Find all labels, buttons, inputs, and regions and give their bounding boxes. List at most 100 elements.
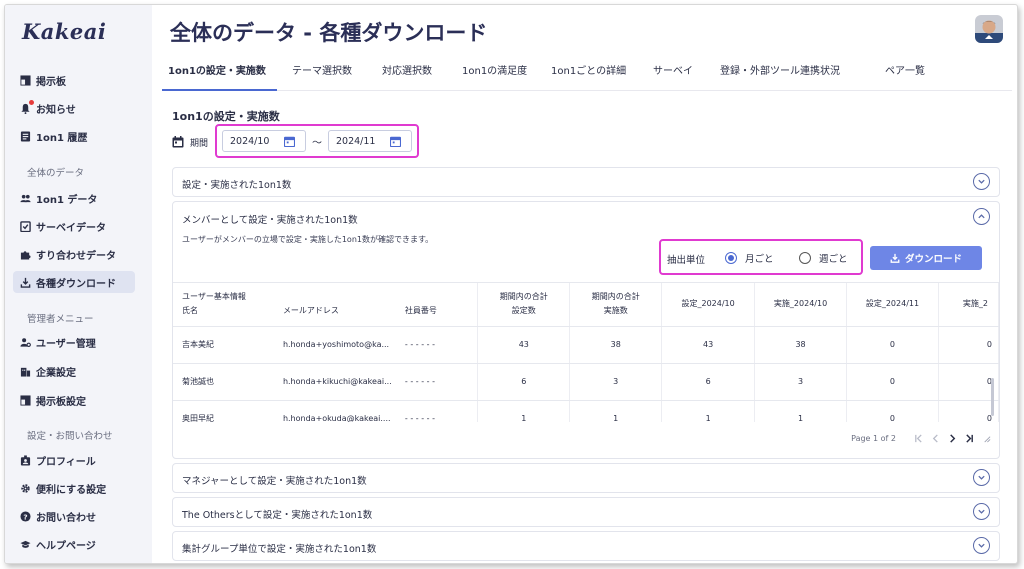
cell-setup-nov: 0: [846, 326, 939, 364]
last-page-icon[interactable]: [965, 434, 974, 443]
vertical-scrollbar[interactable]: [991, 378, 994, 416]
board-icon: [20, 74, 31, 86]
radio-unchecked-icon[interactable]: [799, 252, 811, 264]
chevron-down-icon[interactable]: [973, 537, 990, 554]
accordion-group[interactable]: 集計グループ単位で設定・実施された1on1数: [172, 531, 1000, 561]
sidebar-item-label: 1on1 データ: [36, 194, 98, 206]
tab-satisfaction[interactable]: 1on1の満足度: [456, 61, 533, 91]
sidebar-item-label: お問い合わせ: [36, 512, 96, 524]
pagination: Page 1 of 2: [851, 434, 991, 443]
svg-text:?: ?: [23, 512, 27, 521]
column-header-employee-no[interactable]: 社員番号: [395, 283, 479, 327]
sidebar-item-board-settings[interactable]: 掲示板設定: [13, 389, 135, 411]
company-icon: [20, 366, 31, 377]
first-page-icon[interactable]: [914, 434, 923, 443]
bell-icon: [20, 99, 34, 114]
date-to-value: 2024/11: [336, 135, 376, 147]
column-header-name[interactable]: ユーザー基本情報 氏名: [173, 283, 274, 327]
sidebar-item-notice[interactable]: お知らせ: [13, 97, 135, 119]
resize-handle-icon[interactable]: [982, 434, 991, 443]
sidebar-item-alignment-data[interactable]: すり合わせデータ: [13, 243, 135, 265]
tab-survey[interactable]: サーベイ: [647, 61, 699, 91]
accordion-description: ユーザーがメンバーの立場で設定・実施した1on1数が確認できます。: [182, 235, 434, 244]
chevron-down-icon[interactable]: [973, 469, 990, 486]
cell-employee-no: - - - - - -: [395, 326, 479, 364]
sidebar-item-label: 掲示板設定: [36, 396, 86, 408]
table-row: 吉本美紀 h.honda+yoshimoto@ka... - - - - - -…: [173, 326, 999, 364]
gear-icon: [20, 483, 31, 494]
sidebar-item-company-settings[interactable]: 企業設定: [13, 360, 135, 382]
cell-total-setup: 43: [477, 326, 571, 364]
prev-page-icon[interactable]: [931, 434, 940, 443]
chevron-up-icon[interactable]: [973, 208, 990, 225]
sidebar-item-downloads[interactable]: 各種ダウンロード: [13, 271, 135, 293]
sidebar-item-survey-data[interactable]: サーベイデータ: [13, 215, 135, 237]
chevron-down-icon[interactable]: [973, 503, 990, 520]
sidebar-item-help-page[interactable]: ヘルプページ: [13, 533, 135, 555]
tab-integration-status[interactable]: 登録・外部ツール連携状況: [714, 61, 846, 91]
accordion-title: 設定・実施された1on1数: [182, 180, 292, 191]
board-settings-icon: [20, 394, 31, 406]
sidebar-item-convenience-settings[interactable]: 便利にする設定: [13, 477, 135, 499]
cell-done-nov: 0: [938, 326, 999, 364]
cell-total-done: 3: [569, 363, 663, 401]
accordion-title: マネジャーとして設定・実施された1on1数: [182, 476, 367, 487]
column-header-total-done[interactable]: 期間内の合計実施数: [569, 283, 663, 327]
section-title: 1on1の設定・実施数: [172, 110, 280, 123]
calendar-icon: [172, 136, 184, 148]
tab-bar: 1on1の設定・実施数 テーマ選択数 対応選択数 1on1の満足度 1on1ごと…: [162, 61, 1012, 91]
column-header-email[interactable]: メールアドレス: [273, 283, 396, 327]
column-header-total-setup[interactable]: 期間内の合計設定数: [477, 283, 571, 327]
radio-checked-icon[interactable]: [725, 252, 737, 264]
cell-total-done: 38: [569, 326, 663, 364]
accordion-others[interactable]: The Othersとして設定・実施された1on1数: [172, 497, 1000, 527]
cell-done-oct: 1: [754, 400, 847, 422]
sidebar-item-board[interactable]: 掲示板: [13, 69, 135, 91]
date-to-input[interactable]: 2024/11: [328, 130, 412, 152]
sidebar-section-settings: 設定・お問い合わせ: [27, 431, 113, 442]
date-from-input[interactable]: 2024/10: [222, 130, 306, 152]
profile-icon: [20, 454, 31, 466]
sidebar-item-1on1-data[interactable]: 1on1 データ: [13, 187, 135, 209]
column-header-setup-oct[interactable]: 設定_2024/10: [661, 283, 756, 327]
download-button-label: ダウンロード: [904, 254, 962, 265]
column-header-done-nov[interactable]: 実施_2: [938, 283, 999, 327]
chevron-down-icon[interactable]: [973, 173, 990, 190]
next-page-icon[interactable]: [948, 434, 957, 443]
accordion-total[interactable]: 設定・実施された1on1数: [172, 167, 1000, 197]
tab-per-1on1-detail[interactable]: 1on1ごとの詳細: [545, 61, 632, 91]
column-header-setup-nov[interactable]: 設定_2024/11: [846, 283, 939, 327]
tab-theme-count[interactable]: テーマ選択数: [286, 61, 358, 91]
sidebar-item-contact[interactable]: ? お問い合わせ: [13, 505, 135, 527]
download-button[interactable]: ダウンロード: [870, 246, 982, 270]
cell-employee-no: - - - - - -: [395, 363, 479, 401]
sidebar-item-label: プロフィール: [36, 456, 96, 468]
date-separator: 〜: [312, 138, 322, 149]
column-header-done-oct[interactable]: 実施_2024/10: [754, 283, 847, 327]
tab-setup-count[interactable]: 1on1の設定・実施数: [162, 61, 277, 91]
radio-monthly[interactable]: 月ごと: [725, 251, 774, 265]
calendar-picker-icon[interactable]: [390, 136, 401, 147]
cell-done-oct: 38: [754, 326, 847, 364]
radio-weekly[interactable]: 週ごと: [799, 251, 848, 265]
group-header: ユーザー基本情報: [182, 292, 246, 302]
sidebar-item-label: ユーザー管理: [36, 338, 96, 350]
data-table-wrapper: ユーザー基本情報 氏名 メールアドレス 社員番号 期間内の合計設定数 期間内の合…: [173, 282, 999, 422]
accordion-manager[interactable]: マネジャーとして設定・実施された1on1数: [172, 463, 1000, 493]
radio-weekly-label: 週ごと: [819, 254, 848, 265]
sidebar-item-label: 企業設定: [36, 367, 76, 379]
accordion-title[interactable]: メンバーとして設定・実施された1on1数: [182, 212, 358, 226]
sidebar-item-label: 掲示板: [36, 76, 66, 88]
calendar-picker-icon[interactable]: [284, 136, 295, 147]
cell-name: 奥田早紀: [173, 400, 274, 422]
sidebar-item-user-management[interactable]: ユーザー管理: [13, 331, 135, 353]
tab-response-count[interactable]: 対応選択数: [376, 61, 438, 91]
avatar[interactable]: [975, 15, 1003, 43]
extract-unit-label: 抽出単位: [667, 255, 706, 266]
tab-pair-list[interactable]: ペア一覧: [879, 61, 931, 91]
sidebar-item-history[interactable]: 1on1 履歴: [13, 125, 135, 147]
download-icon: [890, 253, 900, 263]
sidebar-item-profile[interactable]: プロフィール: [13, 449, 135, 471]
page-indicator: Page 1 of 2: [851, 434, 896, 443]
sidebar-section-admin: 管理者メニュー: [27, 314, 94, 325]
